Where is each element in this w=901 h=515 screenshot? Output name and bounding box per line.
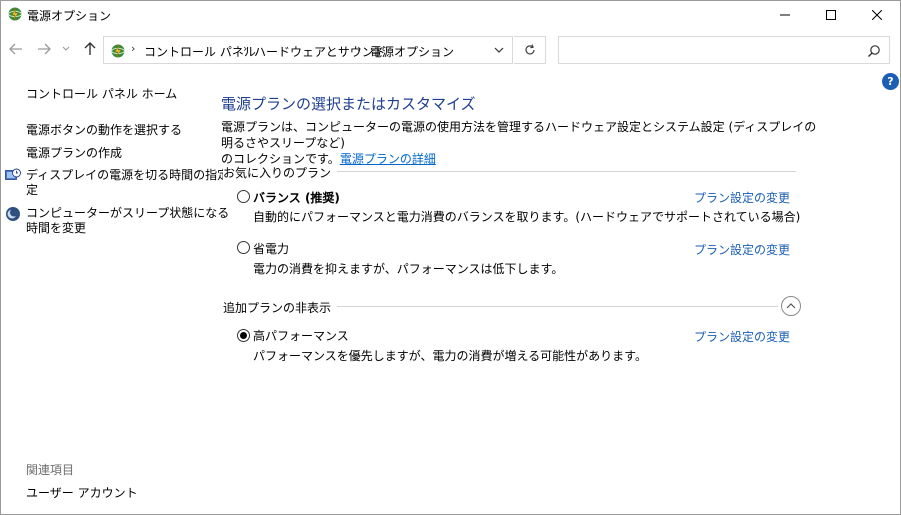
breadcrumb-separator-icon[interactable]: › [357, 42, 361, 55]
navigation-bar: › コントロール パネル › ハードウェアとサウンド › 電源オプション [1, 33, 900, 67]
power-options-window: 電源オプション › コントロール パネル › ハードウェアとサウンド › 電源オ… [0, 0, 901, 515]
change-plan-settings-link-balanced[interactable]: プラン設定の変更 [694, 189, 790, 206]
user-accounts-link[interactable]: ユーザー アカウント [26, 484, 138, 501]
power-plan-details-link[interactable]: 電源プランの詳細 [340, 152, 436, 166]
address-dropdown-button[interactable] [489, 42, 509, 58]
breadcrumb-control-panel[interactable]: コントロール パネル [144, 43, 256, 60]
page-title: 電源プランの選択またはカスタマイズ [221, 95, 476, 113]
title-bar: 電源オプション [1, 1, 900, 29]
power-options-icon [8, 7, 22, 21]
breadcrumb-hardware-sound[interactable]: ハードウェアとサウンド [254, 43, 386, 60]
minimize-icon [780, 14, 790, 16]
plan-name-balanced[interactable]: バランス (推奨) [253, 189, 340, 206]
radio-power-saver[interactable] [237, 241, 250, 254]
description-line: 電源プランは、コンピューターの電源の使用方法を管理するハードウェア設定とシステム… [221, 120, 817, 150]
display-clock-icon [5, 168, 21, 180]
chevron-down-icon [494, 47, 504, 53]
address-bar[interactable]: › コントロール パネル › ハードウェアとサウンド › 電源オプション [103, 36, 513, 64]
hidden-plans-group-label: 追加プランの非表示 [223, 299, 338, 316]
search-icon [868, 45, 880, 57]
refresh-button[interactable] [514, 36, 546, 64]
breadcrumb-separator-icon[interactable]: › [131, 42, 135, 55]
arrow-left-icon [9, 43, 22, 55]
forward-button[interactable] [33, 39, 55, 59]
search-input[interactable] [563, 41, 853, 59]
radio-high-performance[interactable] [237, 329, 250, 342]
sleep-moon-icon [6, 207, 20, 221]
collapse-hidden-plans-button[interactable] [781, 296, 801, 316]
minimize-button[interactable] [762, 1, 808, 29]
page-description: 電源プランは、コンピューターの電源の使用方法を管理するハードウェア設定とシステム… [221, 119, 821, 167]
question-mark-icon: ? [887, 75, 894, 88]
chevron-up-icon [786, 303, 796, 309]
maximize-button[interactable] [808, 1, 854, 29]
close-button[interactable] [854, 1, 900, 29]
sidebar-item-sleep-time-line2[interactable]: 時間を変更 [26, 221, 86, 236]
sidebar-control-panel-home[interactable]: コントロール パネル ホーム [26, 87, 177, 102]
sidebar-item-power-button-action[interactable]: 電源ボタンの動作を選択する [26, 123, 182, 138]
change-plan-settings-link-power-saver[interactable]: プラン設定の変更 [694, 241, 790, 258]
favorites-group-label: お気に入りのプラン [223, 164, 338, 181]
related-heading: 関連項目 [26, 463, 75, 477]
sidebar-item-sleep-time[interactable]: コンピューターがスリープ状態になる [26, 206, 229, 221]
plan-desc-high-performance: パフォーマンスを優先しますが、電力の消費が増える可能性があります。 [253, 349, 647, 363]
sidebar-item-display-off[interactable]: ディスプレイの電源を切る時間の指定 [26, 168, 229, 183]
plan-desc-balanced: 自動的にパフォーマンスと電力消費のバランスを取ります。(ハードウェアでサポートさ… [253, 210, 801, 224]
close-icon [872, 10, 882, 20]
back-button[interactable] [5, 39, 27, 59]
sidebar-item-display-off-line2[interactable]: 定 [26, 183, 38, 198]
search-box[interactable] [558, 36, 890, 64]
recent-locations-button[interactable] [59, 39, 73, 59]
arrow-right-icon [38, 43, 51, 55]
chevron-down-icon [62, 46, 70, 51]
sidebar-item-create-plan[interactable]: 電源プランの作成 [26, 146, 122, 161]
plan-name-power-saver[interactable]: 省電力 [253, 240, 289, 257]
window-title: 電源オプション [27, 9, 112, 23]
arrow-up-icon [84, 42, 96, 55]
control-panel-icon [111, 44, 125, 58]
help-button[interactable]: ? [882, 73, 899, 90]
radio-balanced[interactable] [237, 190, 250, 203]
plan-desc-power-saver: 電力の消費を抑えますが、パフォーマンスは低下します。 [253, 262, 564, 276]
plan-name-high-performance[interactable]: 高パフォーマンス [253, 327, 349, 344]
breadcrumb-separator-icon[interactable]: › [243, 42, 247, 55]
refresh-icon [524, 44, 535, 55]
breadcrumb-power-options[interactable]: 電源オプション [370, 43, 454, 60]
change-plan-settings-link-high-performance[interactable]: プラン設定の変更 [694, 328, 790, 345]
maximize-icon [826, 10, 836, 20]
up-button[interactable] [79, 39, 101, 59]
